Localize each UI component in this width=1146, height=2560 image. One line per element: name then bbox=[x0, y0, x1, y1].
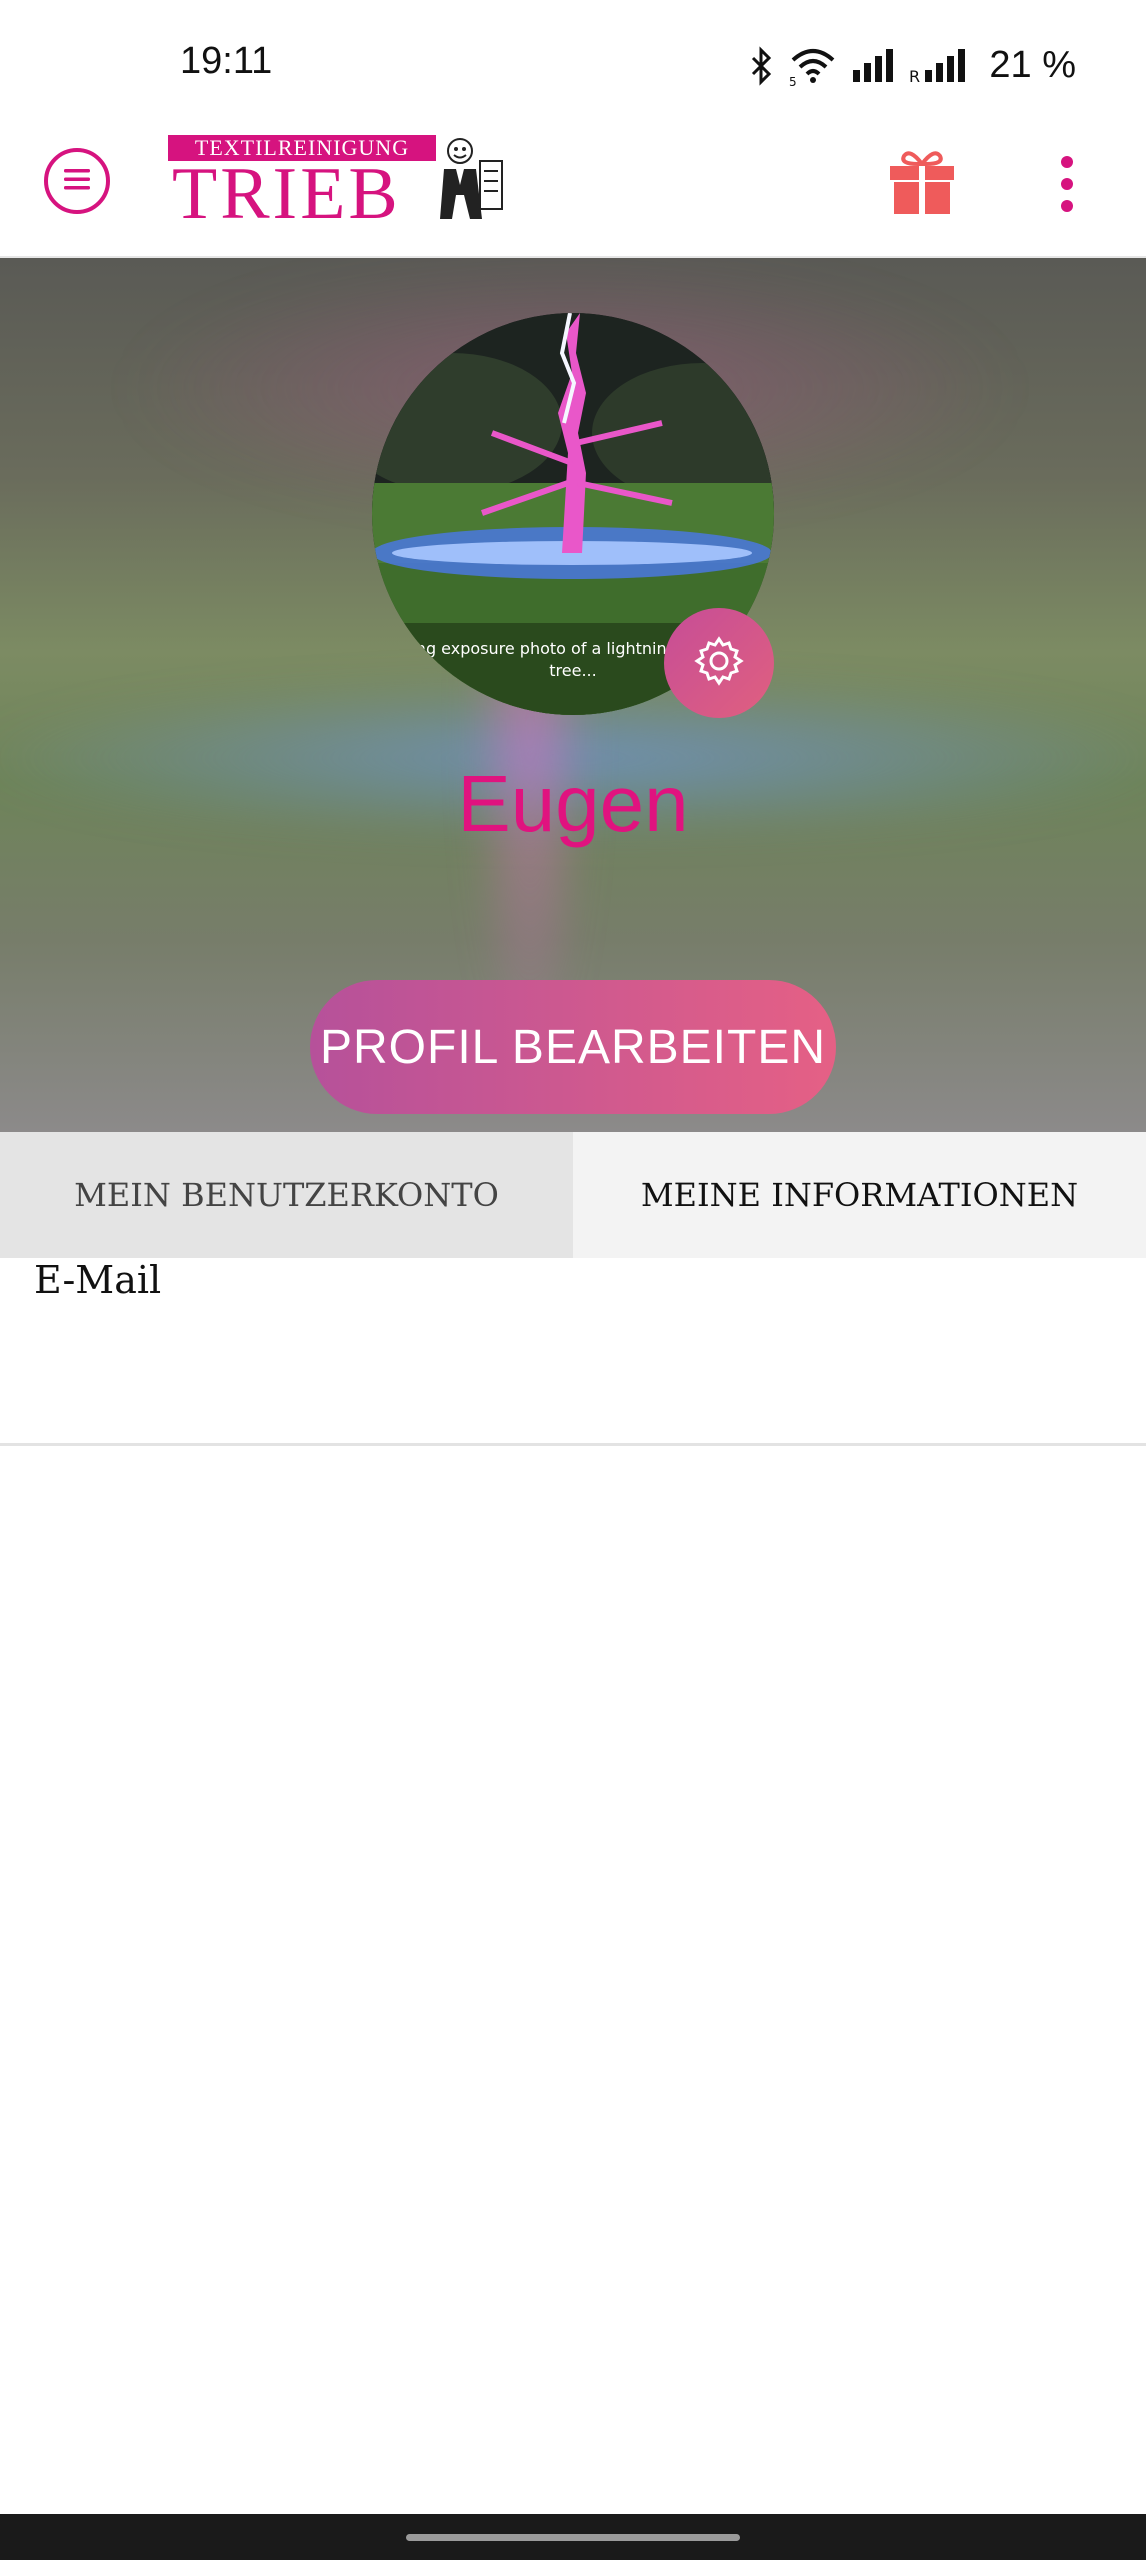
mascot-icon bbox=[434, 135, 508, 227]
system-navigation-bar bbox=[0, 2514, 1146, 2560]
signal-icon bbox=[851, 48, 895, 84]
tab-bar: MEIN BENUTZERKONTO MEINE INFORMATIONEN bbox=[0, 1132, 1146, 1258]
status-time: 19:11 bbox=[180, 40, 273, 82]
email-label: E-Mail bbox=[34, 1258, 162, 1302]
svg-text:R: R bbox=[909, 67, 920, 84]
logo-word: TRIEB bbox=[172, 153, 401, 235]
wifi-icon: 5 bbox=[789, 46, 837, 86]
battery-percent: 21 % bbox=[989, 44, 1076, 86]
more-options-button[interactable] bbox=[1052, 154, 1082, 214]
gift-icon bbox=[888, 151, 956, 220]
svg-text:5: 5 bbox=[789, 75, 797, 86]
gift-button[interactable] bbox=[888, 148, 956, 216]
signal-roaming-icon: R bbox=[909, 48, 969, 84]
app-bar: TEXTILREINIGUNG TRIEB bbox=[0, 130, 1146, 258]
menu-icon bbox=[62, 167, 92, 195]
content-divider bbox=[0, 1443, 1146, 1446]
status-bar: 19:11 5 R 21 % bbox=[0, 0, 1146, 130]
gear-icon bbox=[691, 633, 747, 693]
profile-header: Long exposure photo of a lightning hitti… bbox=[0, 258, 1146, 1132]
status-icons: 5 R 21 % bbox=[749, 44, 1076, 87]
edit-profile-button[interactable]: PROFIL BEARBEITEN bbox=[310, 980, 836, 1114]
menu-button[interactable] bbox=[44, 148, 110, 214]
brand-logo: TEXTILREINIGUNG TRIEB bbox=[168, 135, 508, 231]
home-gesture-handle[interactable] bbox=[406, 2534, 740, 2541]
more-vert-icon bbox=[1052, 156, 1082, 218]
tab-account[interactable]: MEIN BENUTZERKONTO bbox=[0, 1132, 573, 1258]
profile-screen: 19:11 5 R 21 % TEXTILREINIGUNG TRIEB Lon… bbox=[0, 0, 1146, 2560]
bluetooth-icon bbox=[749, 45, 775, 86]
tab-information[interactable]: MEINE INFORMATIONEN bbox=[573, 1132, 1146, 1258]
avatar-settings-button[interactable] bbox=[664, 608, 774, 718]
profile-name: Eugen bbox=[457, 759, 689, 848]
